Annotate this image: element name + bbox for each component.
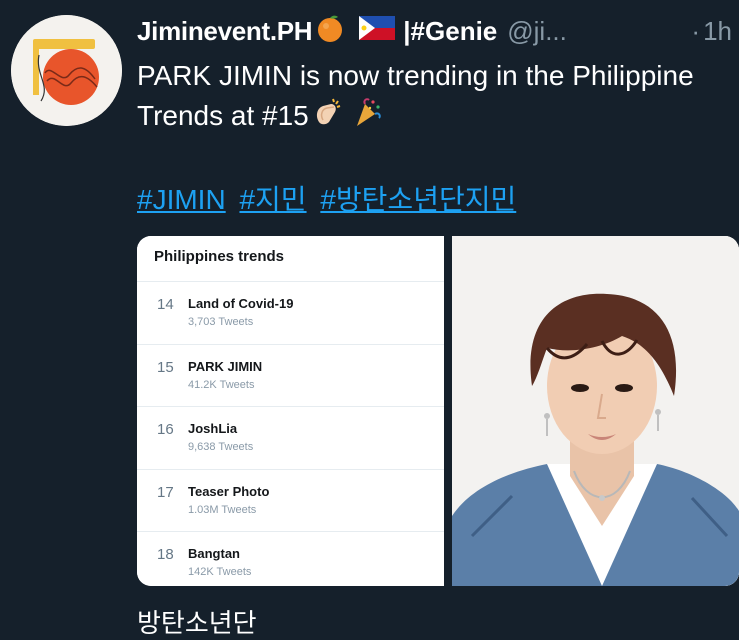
portrait-photo[interactable]	[452, 236, 739, 586]
trend-name: Bangtan	[188, 546, 240, 561]
hashtag-link[interactable]: #JIMIN	[137, 184, 226, 215]
trends-title: Philippines trends	[154, 248, 285, 265]
avatar-image	[11, 15, 122, 126]
display-name-suffix[interactable]: |#Genie	[403, 16, 497, 47]
party-popper-emoji-icon	[351, 96, 383, 139]
trend-row: 16 JoshLia 9,638 Tweets	[137, 406, 444, 469]
trend-row: 15 PARK JIMIN 41.2K Tweets	[137, 344, 444, 407]
clapping-hands-emoji-icon	[311, 96, 343, 139]
portrait-image	[452, 236, 739, 586]
trend-row: 17 Teaser Photo 1.03M Tweets	[137, 469, 444, 532]
tweet-body-text: PARK JIMIN is now trending in the Philip…	[137, 60, 694, 131]
tweet-timestamp[interactable]: 1h	[703, 16, 732, 47]
user-handle[interactable]: @ji...	[507, 16, 567, 47]
trends-screenshot[interactable]: Philippines trends 14 Land of Covid-19 3…	[137, 236, 444, 586]
trend-tweet-count: 3,703 Tweets	[188, 316, 254, 328]
hashtag-list: #JIMIN #지민 #방탄소년단지민	[137, 180, 522, 220]
trend-rank: 18	[157, 546, 174, 563]
trend-tweet-count: 41.2K Tweets	[188, 379, 255, 391]
trend-name: Land of Covid-19	[188, 296, 294, 311]
trend-name: PARK JIMIN	[188, 359, 263, 374]
next-tweet-text: 방탄소년단	[137, 608, 257, 638]
trend-tweet-count: 9,638 Tweets	[188, 441, 254, 453]
trend-name: Teaser Photo	[188, 484, 270, 499]
trend-rank: 15	[157, 359, 174, 376]
avatar[interactable]	[11, 15, 122, 126]
display-name[interactable]: Jiminevent.PH	[137, 16, 313, 47]
trend-rank: 17	[157, 484, 174, 501]
trend-tweet-count: 142K Tweets	[188, 566, 252, 578]
media-divider	[444, 236, 452, 586]
separator-dot: ·	[691, 15, 701, 46]
trend-rank: 14	[157, 296, 174, 313]
philippines-flag-icon	[359, 15, 396, 47]
trend-name: JoshLia	[188, 421, 238, 436]
tweet-text: PARK JIMIN is now trending in the Philip…	[137, 56, 697, 139]
tweet-header: Jiminevent.PH |#Genie @ji... · 1h	[137, 13, 732, 49]
trend-rank: 16	[157, 421, 174, 438]
orange-emoji-icon	[315, 13, 345, 50]
trend-tweet-count: 1.03M Tweets	[188, 504, 257, 516]
tweet-media[interactable]: Philippines trends 14 Land of Covid-19 3…	[137, 236, 739, 586]
trend-row: 18 Bangtan 142K Tweets	[137, 531, 444, 586]
hashtag-link[interactable]: #방탄소년단지민	[320, 184, 516, 215]
trend-row: 14 Land of Covid-19 3,703 Tweets	[137, 281, 444, 344]
hashtag-link[interactable]: #지민	[239, 184, 306, 215]
